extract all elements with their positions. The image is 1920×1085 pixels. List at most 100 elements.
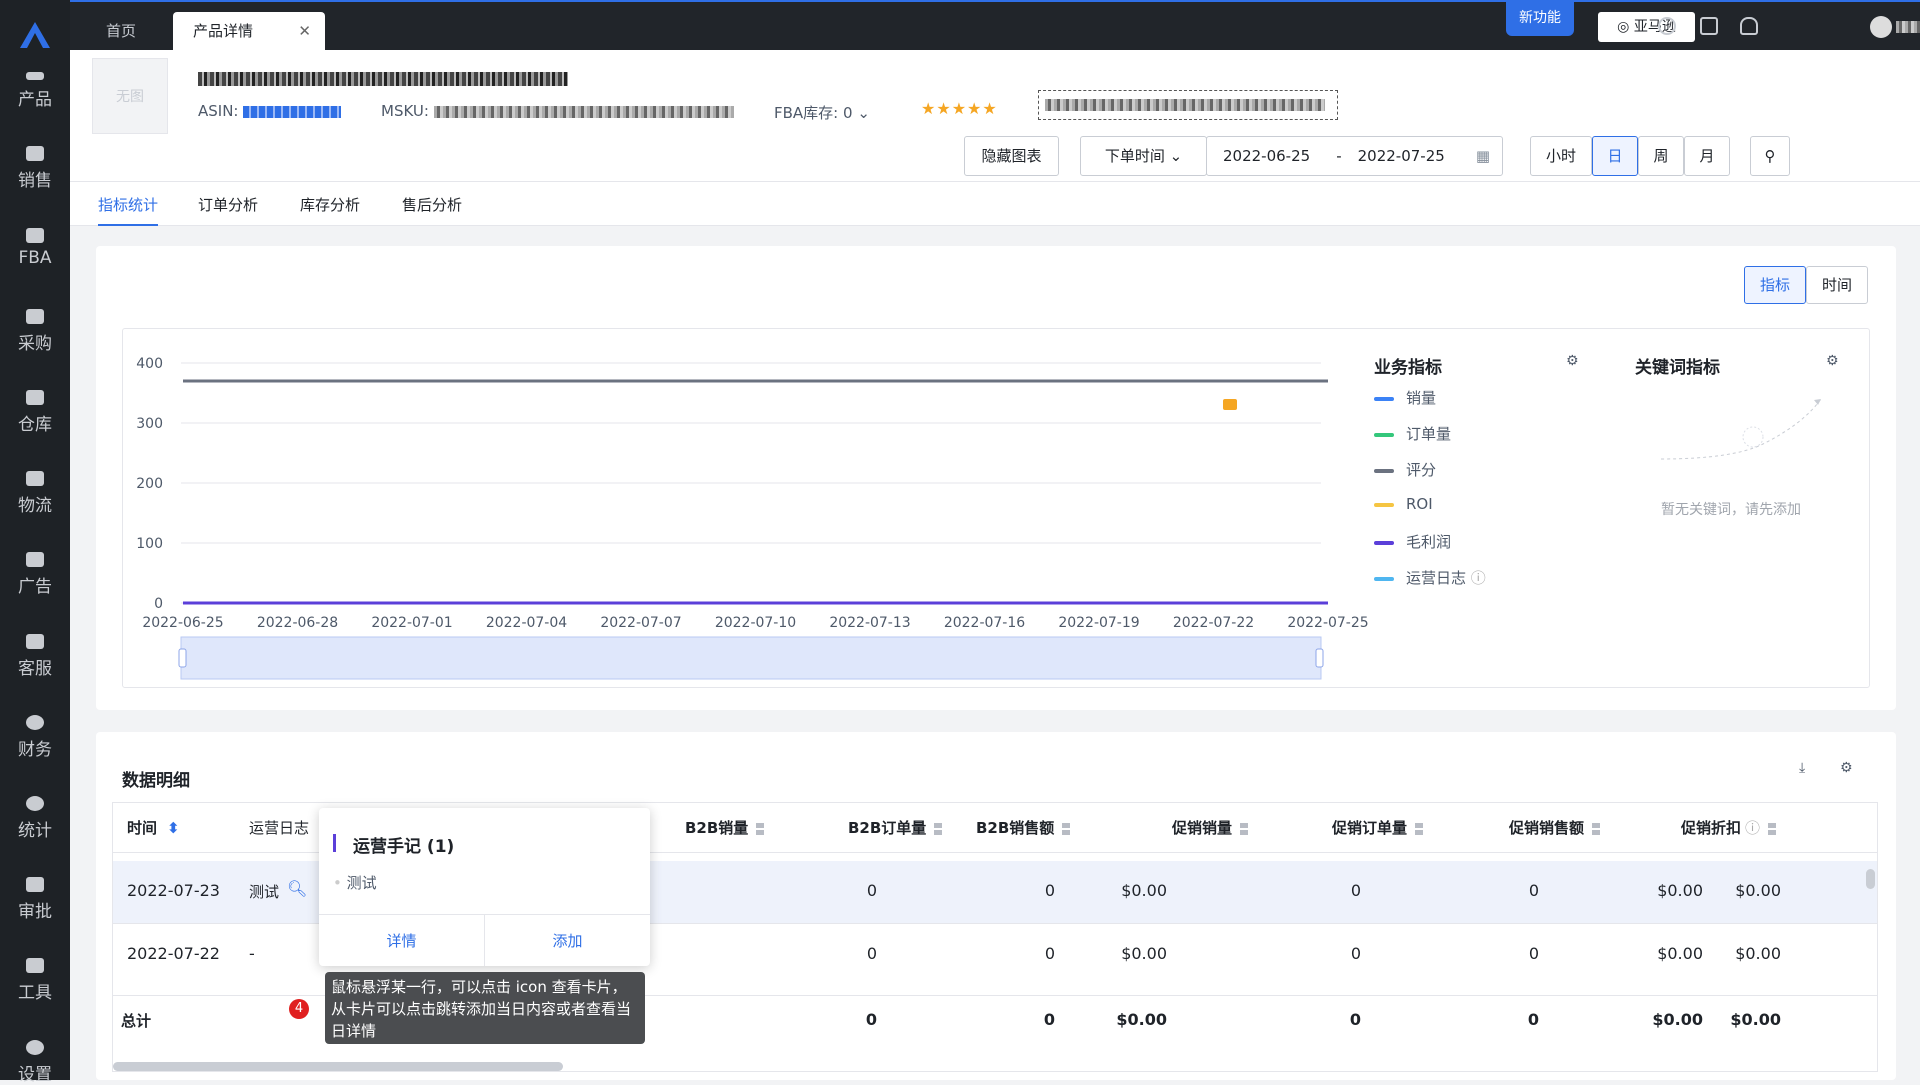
sidebar-item-sales[interactable]: 销售 — [0, 146, 70, 191]
date-range-picker[interactable]: 2022-06-25-2022-07-25 ▦ — [1206, 136, 1503, 176]
granularity-hour[interactable]: 小时 — [1530, 136, 1592, 176]
fba-icon — [26, 228, 44, 243]
legend-item-orders[interactable]: 订单量 — [1374, 423, 1451, 444]
popup-detail-button[interactable]: 详情 — [319, 930, 484, 951]
sidebar-item-approval[interactable]: 审批 — [0, 877, 70, 922]
x-tick-label: 2022-07-01 — [371, 615, 452, 631]
sidebar-item-stats[interactable]: 统计 — [0, 796, 70, 841]
toggle-metric[interactable]: 指标 — [1744, 266, 1806, 304]
sort-icon[interactable] — [1062, 822, 1071, 835]
sort-icon[interactable] — [1768, 822, 1777, 835]
col-promo-qty[interactable]: 促销销量 — [1172, 803, 1249, 853]
asin-value[interactable] — [243, 105, 342, 118]
note-marker-icon — [1223, 399, 1237, 410]
help-icon[interactable]: ⓘ — [1745, 819, 1760, 837]
help-icon[interactable]: ⓘ — [1471, 569, 1486, 587]
bell-icon[interactable] — [1740, 17, 1758, 35]
order-time-select[interactable]: 下单时间 ⌄ — [1080, 136, 1207, 176]
sidebar-item-ads[interactable]: 广告 — [0, 552, 70, 597]
sidebar: 产品 销售 FBA 采购 仓库 物流 广告 客服 财务 统计 审批 工具 设置 — [0, 0, 70, 1085]
legend-swatch — [1374, 396, 1394, 401]
sidebar-item-tools[interactable]: 工具 — [0, 958, 70, 1003]
close-icon[interactable]: ✕ — [298, 12, 311, 50]
granularity-day[interactable]: 日 — [1592, 136, 1638, 176]
sidebar-item-product[interactable]: 产品 — [0, 72, 70, 110]
sort-icon[interactable] — [934, 822, 943, 835]
gear-icon[interactable]: ⚙ — [1566, 353, 1579, 369]
app-logo[interactable] — [0, 0, 70, 70]
popup-add-button[interactable]: 添加 — [485, 930, 650, 951]
col-b2b-qty[interactable]: B2B销量 — [685, 803, 765, 853]
horizontal-scrollbar[interactable] — [113, 1062, 563, 1071]
sidebar-item-fba[interactable]: FBA — [0, 228, 70, 268]
tab-home[interactable]: 首页 — [86, 12, 156, 52]
column-settings-icon[interactable]: ⚙ — [1840, 760, 1853, 776]
x-tick-label: 2022-07-10 — [715, 615, 796, 631]
legend-swatch — [1374, 540, 1394, 545]
tab-inventory[interactable]: 库存分析 — [300, 194, 360, 215]
avatar[interactable] — [1870, 16, 1892, 38]
legend-item-profit[interactable]: 毛利润 — [1374, 531, 1451, 552]
granularity-week[interactable]: 周 — [1638, 136, 1684, 176]
x-tick-label: 2022-06-28 — [257, 615, 338, 631]
user-name[interactable] — [1896, 21, 1920, 33]
sidebar-item-warehouse[interactable]: 仓库 — [0, 390, 70, 435]
category-selection-box[interactable] — [1038, 90, 1338, 120]
col-promo-orders[interactable]: 促销订单量 — [1332, 803, 1424, 853]
download-icon[interactable] — [1658, 17, 1676, 35]
sort-icon[interactable]: ⬍ — [167, 819, 180, 837]
filter-icon[interactable]: ⚲ — [1750, 136, 1790, 176]
x-tick-label: 2022-07-16 — [944, 615, 1025, 631]
toggle-time[interactable]: 时间 — [1806, 266, 1868, 304]
line-chart: 400 300 200 100 0 2022-06-25 2022-06-28 2022-07… — [136, 356, 1369, 680]
gear-icon[interactable]: ⚙ — [1826, 353, 1839, 369]
product-image-placeholder: 无图 — [92, 58, 168, 134]
col-b2b-sales[interactable]: B2B销售额 — [976, 803, 1071, 853]
bug-icon[interactable] — [1700, 17, 1718, 35]
legend-item-oplog[interactable]: 运营日志 ⓘ — [1374, 567, 1486, 588]
sidebar-item-settings[interactable]: 设置 — [0, 1040, 70, 1085]
chevron-down-icon: ⌄ — [857, 104, 870, 122]
guide-tooltip: 鼠标悬浮某一行，可以点击 icon 查看卡片，从卡片可以点击跳转添加当日内容或者… — [325, 972, 645, 1044]
new-feature-button[interactable]: 新功能 — [1506, 2, 1574, 36]
sort-icon[interactable] — [1592, 822, 1601, 835]
legend-swatch — [1374, 468, 1394, 473]
sort-icon[interactable] — [1240, 822, 1249, 835]
fba-stock[interactable]: FBA库存: 0 ⌄ — [774, 102, 870, 123]
note-search-icon[interactable]: 🔍︎ — [287, 879, 307, 898]
ops-note-popup: 运营手记 (1) • 测试 详情 添加 — [319, 808, 650, 966]
warehouse-icon — [26, 390, 44, 405]
granularity-month[interactable]: 月 — [1684, 136, 1730, 176]
col-date[interactable]: 时间 ⬍ — [127, 803, 180, 853]
legend-item-sales[interactable]: 销量 — [1374, 387, 1436, 408]
keyword-title: 关键词指标 — [1635, 358, 1720, 378]
chevron-down-icon: ⌄ — [1169, 147, 1183, 165]
chart-card: 指标 时间 400 300 200 100 0 2022-06-25 2022-06-28 2… — [96, 246, 1896, 710]
tab-aftersales[interactable]: 售后分析 — [402, 194, 462, 215]
col-promo-sales[interactable]: 促销销售额 — [1509, 803, 1601, 853]
legend-item-rating[interactable]: 评分 — [1374, 459, 1436, 480]
sidebar-item-purchase[interactable]: 采购 — [0, 309, 70, 354]
col-b2b-orders[interactable]: B2B订单量 — [848, 803, 943, 853]
download-icon[interactable]: ⤓ — [1799, 760, 1805, 776]
tab-metrics[interactable]: 指标统计 — [98, 194, 159, 226]
sidebar-item-logistics[interactable]: 物流 — [0, 471, 70, 516]
col-promo-discount[interactable]: 促销折扣 ⓘ — [1681, 803, 1777, 853]
popup-note-item: • 测试 — [333, 874, 377, 892]
popup-title: 运营手记 (1) — [353, 837, 455, 857]
marketplace-selector[interactable]: ◎ 亚马逊 — [1598, 12, 1695, 42]
sub-tabs: 指标统计 订单分析 库存分析 售后分析 — [70, 182, 1920, 226]
tab-product-detail[interactable]: 产品详情 ✕ — [173, 12, 325, 52]
tab-orders[interactable]: 订单分析 — [198, 194, 258, 215]
hide-chart-button[interactable]: 隐藏图表 — [964, 136, 1059, 176]
sidebar-item-service[interactable]: 客服 — [0, 634, 70, 679]
x-tick-label: 2022-07-22 — [1173, 615, 1254, 631]
wrench-icon — [26, 958, 44, 973]
zoom-handle-right — [1315, 648, 1324, 668]
x-tick-label: 2022-07-13 — [829, 615, 910, 631]
sort-icon[interactable] — [1415, 822, 1424, 835]
legend-item-roi[interactable]: ROI — [1374, 495, 1433, 513]
vertical-scrollbar[interactable] — [1866, 869, 1875, 889]
sidebar-item-finance[interactable]: 财务 — [0, 715, 70, 760]
sort-icon[interactable] — [756, 822, 765, 835]
